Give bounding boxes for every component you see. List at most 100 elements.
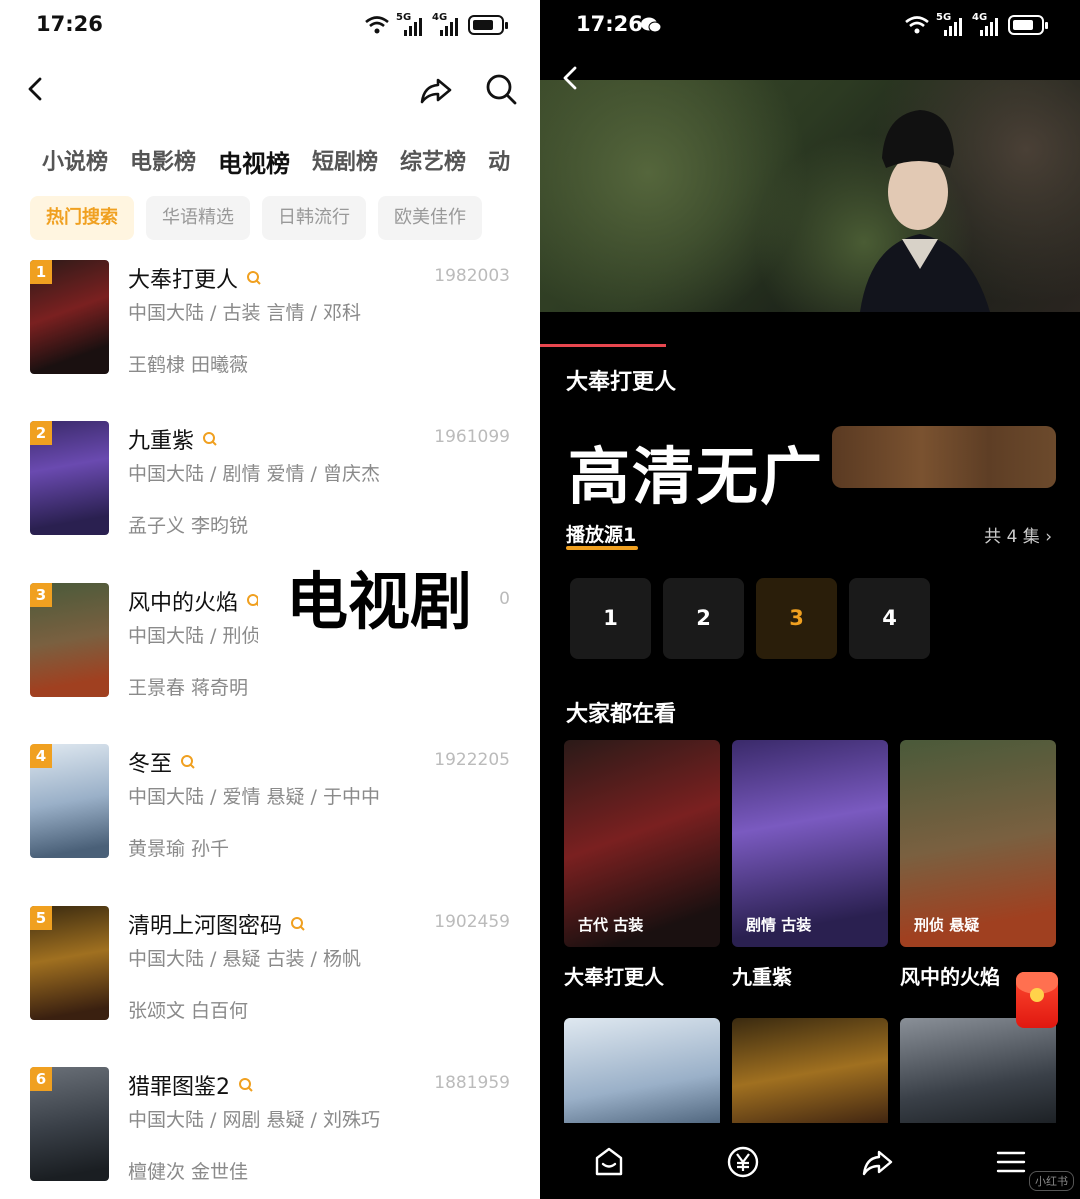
poster-image: 5 (30, 906, 109, 1020)
status-time: 17:26 (576, 12, 643, 36)
episode-list: 1 2 3 4 (570, 578, 930, 659)
back-arrow-icon[interactable] (22, 74, 52, 104)
title-text: 九重紫 (128, 429, 195, 454)
search-small-icon (239, 1078, 253, 1092)
item-score: 1961099 (434, 427, 510, 447)
item-cast: 王鹤棣 田曦薇 (128, 354, 249, 376)
item-score: 1902459 (434, 912, 510, 932)
item-title: 九重紫 (128, 423, 218, 455)
status-bar: 17:26 5G 4G (0, 10, 540, 40)
search-small-icon (247, 271, 261, 285)
home-icon[interactable] (592, 1145, 626, 1179)
rank-badge: 3 (30, 583, 52, 607)
tab-variety[interactable]: 综艺榜 (400, 144, 466, 179)
episode-button[interactable]: 3 (756, 578, 837, 659)
item-cast: 孟子义 李昀锐 (128, 515, 249, 537)
item-meta: 中国大陆 / 古装 言情 / 邓科 (128, 302, 362, 324)
episode-button[interactable]: 1 (570, 578, 651, 659)
search-small-icon (291, 917, 305, 931)
category-tabs: 小说榜 电影榜 电视榜 短剧榜 综艺榜 动 (42, 144, 510, 179)
rank-badge: 6 (30, 1067, 52, 1091)
chip-hot-search[interactable]: 热门搜索 (30, 196, 134, 240)
card-title: 九重紫 (732, 965, 792, 989)
item-meta: 中国大陆 / 悬疑 古装 / 杨帆 (128, 948, 362, 970)
signal-5g-icon: 5G (396, 12, 426, 36)
item-score: 1881959 (434, 1073, 510, 1093)
card-title: 大奉打更人 (564, 965, 664, 989)
item-meta: 中国大陆 / 爱情 悬疑 / 于中中 (128, 786, 381, 808)
search-small-icon (181, 755, 195, 769)
chip-chinese[interactable]: 华语精选 (146, 196, 250, 240)
wifi-icon (365, 16, 389, 34)
list-item[interactable]: 6 猎罪图鉴2 中国大陆 / 网剧 悬疑 / 刘殊巧 檀健次 金世佳 18819… (0, 1067, 540, 1199)
list-item[interactable]: 5 清明上河图密码 中国大陆 / 悬疑 古装 / 杨帆 张颂文 白百何 1902… (0, 906, 540, 1068)
poster-image: 1 (30, 260, 109, 374)
recommend-card[interactable]: 古代 古装 大奉打更人 (564, 740, 720, 990)
bottom-nav: 小红书 (540, 1123, 1080, 1199)
promo-text: 高清无广 (568, 440, 825, 513)
detail-screen: 17:26 5G 4G 大奉打更人 高清无广 播放源1 共 4 集 › 1 2 … (540, 0, 1080, 1199)
item-score: 1982003 (434, 266, 510, 286)
tab-tv[interactable]: 电视榜 (218, 144, 290, 179)
overlay-label: 电视剧 (258, 556, 501, 648)
rank-badge: 2 (30, 421, 52, 445)
episode-button[interactable]: 4 (849, 578, 930, 659)
recommend-card[interactable] (564, 1018, 720, 1128)
list-item[interactable]: 4 冬至 中国大陆 / 爱情 悬疑 / 于中中 黄景瑜 孙千 1922205 (0, 744, 540, 906)
recommend-card[interactable]: 剧情 古装 九重紫 (732, 740, 888, 990)
source-tab[interactable]: 播放源1 (566, 520, 636, 547)
back-arrow-icon[interactable] (558, 64, 584, 92)
recommend-card[interactable] (732, 1018, 888, 1128)
red-envelope-icon[interactable] (1016, 972, 1058, 1028)
tab-movie[interactable]: 电影榜 (130, 144, 196, 179)
card-tag: 古代 古装 (578, 916, 644, 934)
item-cast: 张颂文 白百何 (128, 1000, 249, 1022)
item-title: 大奉打更人 (128, 262, 262, 294)
video-player[interactable] (540, 80, 1080, 312)
signal-5g-icon: 5G (936, 12, 966, 36)
rank-badge: 5 (30, 906, 52, 930)
poster-image: 4 (30, 744, 109, 858)
list-item[interactable]: 1 大奉打更人 中国大陆 / 古装 言情 / 邓科 王鹤棣 田曦薇 198200… (0, 260, 540, 422)
chip-jp-kr[interactable]: 日韩流行 (262, 196, 366, 240)
item-score: 1922205 (434, 750, 510, 770)
title-text: 风中的火焰 (128, 591, 239, 616)
poster-image: 2 (30, 421, 109, 535)
tab-short-drama[interactable]: 短剧榜 (312, 144, 378, 179)
chip-western[interactable]: 欧美佳作 (378, 196, 482, 240)
status-icons: 5G 4G (904, 12, 1048, 36)
title-text: 大奉打更人 (128, 268, 239, 293)
rank-badge: 4 (30, 744, 52, 768)
top-bar (0, 68, 540, 112)
item-title: 猎罪图鉴2 (128, 1069, 254, 1101)
item-cast: 王景春 蒋奇明 (128, 677, 249, 699)
poster-image: 3 (30, 583, 109, 697)
item-meta: 中国大陆 / 网剧 悬疑 / 刘殊巧 (128, 1109, 381, 1131)
yuan-icon[interactable] (726, 1145, 760, 1179)
rank-badge: 1 (30, 260, 52, 284)
share-icon[interactable] (418, 72, 454, 108)
search-icon[interactable] (484, 72, 518, 106)
share-icon[interactable] (860, 1145, 894, 1179)
section-title: 大家都在看 (566, 702, 677, 727)
recommend-card[interactable] (900, 1018, 1056, 1128)
episode-button[interactable]: 2 (663, 578, 744, 659)
card-poster: 刑侦 悬疑 (900, 740, 1056, 947)
status-icons: 5G 4G (364, 12, 508, 36)
tab-anime[interactable]: 动 (488, 144, 510, 179)
source-underline (566, 546, 638, 550)
actor-figure (860, 110, 990, 312)
title-text: 冬至 (128, 752, 173, 777)
play-progress-bar[interactable] (540, 344, 666, 347)
card-tag: 刑侦 悬疑 (914, 916, 980, 934)
menu-icon[interactable] (994, 1145, 1028, 1179)
title-text: 猎罪图鉴2 (128, 1075, 230, 1100)
card-tag: 剧情 古装 (746, 916, 812, 934)
card-poster: 古代 古装 (564, 740, 720, 947)
tab-novel[interactable]: 小说榜 (42, 144, 108, 179)
ranking-screen: 17:26 5G 4G 小说榜 电影榜 电视榜 短剧榜 综艺榜 动 热门搜索 华… (0, 0, 540, 1199)
episodes-total-link[interactable]: 共 4 集 › (984, 522, 1052, 547)
title-text: 清明上河图密码 (128, 914, 283, 939)
recommend-card[interactable]: 刑侦 悬疑 风中的火焰 (900, 740, 1056, 990)
signal-4g-icon: 4G (432, 12, 462, 36)
